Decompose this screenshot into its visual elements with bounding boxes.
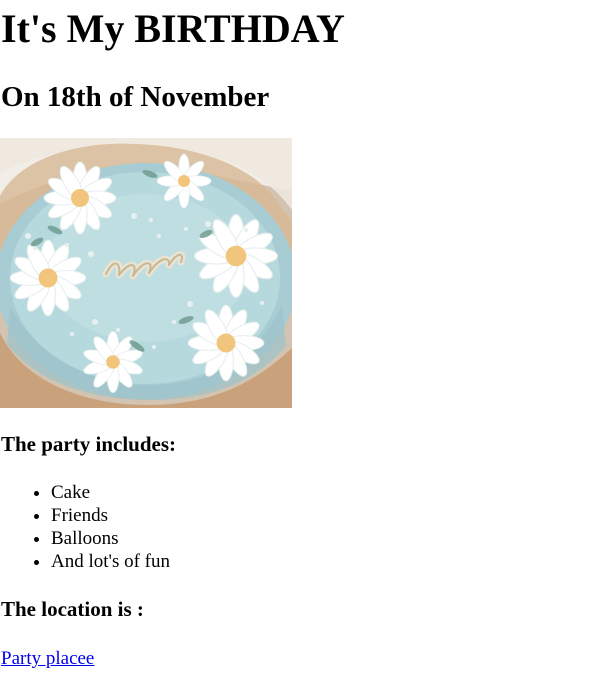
birthday-cake-image bbox=[0, 138, 292, 408]
birthday-page: It's My BIRTHDAY On 18th of November The… bbox=[0, 0, 612, 674]
birthday-date-heading: On 18th of November bbox=[1, 81, 270, 113]
location-heading: The location is : bbox=[1, 597, 144, 621]
list-item: Balloons bbox=[51, 527, 170, 550]
party-includes-list: Cake Friends Balloons And lot's of fun bbox=[0, 481, 170, 573]
party-includes-heading: The party includes: bbox=[1, 432, 177, 456]
list-item: And lot's of fun bbox=[51, 550, 170, 573]
list-item: Cake bbox=[51, 481, 170, 504]
party-place-link[interactable]: Party placee bbox=[1, 647, 94, 670]
list-item: Friends bbox=[51, 504, 170, 527]
page-title: It's My BIRTHDAY bbox=[1, 6, 345, 51]
